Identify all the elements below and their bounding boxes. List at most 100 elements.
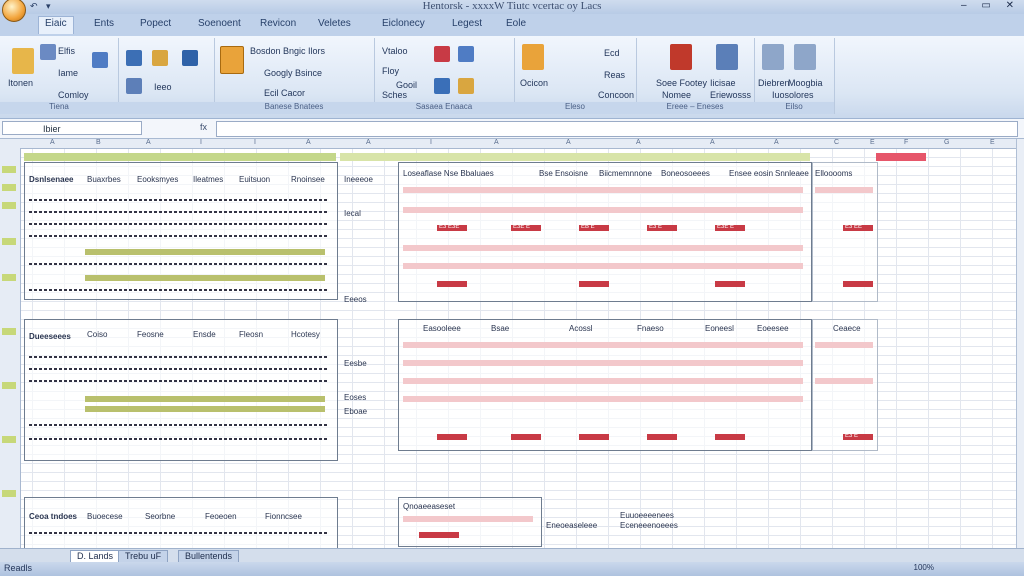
row-header-column [0,148,21,548]
col-hdr-16[interactable]: G [944,139,949,146]
column-header-row: A B A I I A A I A A A A A C E F G E [0,139,1016,149]
formula-input[interactable] [216,121,1018,137]
document-icon[interactable] [762,44,784,70]
rib-item-0-1[interactable]: Elfis [58,46,75,56]
tab-6[interactable]: Eiclonecy [382,18,425,29]
rib-item-2-1[interactable]: Googly Bsince [264,68,322,78]
tab-0[interactable]: Eiaic [38,16,74,34]
row-marker [2,490,16,497]
table-header: Easooleee [423,324,461,333]
col-hdr-1[interactable]: B [96,139,101,146]
rib-item-2-2[interactable]: Ecil Cacor [264,88,305,98]
table-header: Ensde [193,330,216,339]
rib-item-3-3[interactable]: Sches [382,90,407,100]
chart-icon[interactable] [434,46,450,62]
olive-row [85,249,325,255]
rib-item-6-2[interactable]: Iuosolores [772,90,814,100]
fx-icon[interactable]: fx [200,122,207,132]
clip-icon[interactable] [126,78,142,94]
zoom-level[interactable]: 100% [914,563,934,572]
rib-item-5-3[interactable]: Eriewosss [710,90,751,100]
rib-item-0-3[interactable]: Comloy [58,90,89,100]
rib-item-4-3[interactable]: Concoon [598,90,634,100]
tab-3[interactable]: Soenoent [198,18,241,29]
rib-item-4-1[interactable]: Ecd [604,48,620,58]
table-icon[interactable] [458,46,474,62]
name-box[interactable]: Ibier [2,121,142,135]
col-hdr-5[interactable]: A [306,139,311,146]
col-hdr-12[interactable]: A [774,139,779,146]
col-hdr-2[interactable]: A [146,139,151,146]
rib-item-5-2[interactable]: Iicisae [710,78,736,88]
rib-item-2-0[interactable]: Bosdon Bngic Ilors [250,46,325,56]
rib-item-4-2[interactable]: Reas [604,70,625,80]
monitor-icon[interactable] [716,44,738,70]
rib-item-3-1[interactable]: Floy [382,66,399,76]
rib-item-5-1[interactable]: Nomee [662,90,691,100]
table-header: Seorbne [145,512,176,521]
cube-icon[interactable] [522,44,544,70]
rib-item-6-1[interactable]: Moogbia [788,78,823,88]
col-hdr-9[interactable]: A [566,139,571,146]
col-hdr-17[interactable]: E [990,139,995,146]
col-hdr-15[interactable]: F [904,139,908,146]
col-hdr-0[interactable]: A [50,139,55,146]
bottom-label: Eceneeenoeees [620,521,678,530]
table-header: Bse Ensoisne [539,169,588,178]
col-hdr-13[interactable]: C [834,139,839,146]
spreadsheet-grid[interactable]: A B A I I A A I A A A A A C E F G E Dsnl… [0,139,1016,548]
shape-icon[interactable] [458,78,474,94]
tab-8[interactable]: Eole [506,18,526,29]
window-controls[interactable]: – ▭ ✕ [961,0,1020,11]
col-hdr-6[interactable]: A [366,139,371,146]
rib-item-5-0[interactable]: Soee Footey [656,78,707,88]
table-header: Fnaeso [637,324,664,333]
rib-item-3-0[interactable]: Vtaloo [382,46,408,56]
rib-item-6-0[interactable]: Diebren [758,78,790,88]
col-hdr-7[interactable]: I [430,139,432,146]
rib-item-4-0[interactable]: Ocicon [520,78,548,88]
rib-item-0-0[interactable]: Itonen [8,78,33,88]
group-label-3: Sasaea Enaaca [374,102,514,114]
tools-icon[interactable] [670,44,692,70]
col-hdr-11[interactable]: A [710,139,715,146]
highlight-cell[interactable] [876,153,926,161]
tab-4[interactable]: Revicon [260,18,296,29]
rib-item-0-2[interactable]: Iame [58,68,78,78]
data-row [29,289,329,291]
lock-icon[interactable] [126,50,142,66]
bottom-label: Euuoeeeenees [620,511,674,520]
data-row [29,380,329,382]
group-label-1 [118,102,214,114]
pen-icon[interactable] [434,78,450,94]
tab-7[interactable]: Legest [452,18,482,29]
col-hdr-10[interactable]: A [636,139,641,146]
table-header: Acossl [569,324,593,333]
col-hdr-14[interactable]: E [870,139,875,146]
col-hdr-4[interactable]: I [254,139,256,146]
red-value [437,434,467,440]
padlock-icon[interactable] [152,50,168,66]
paste-icon[interactable] [12,48,34,74]
vertical-scrollbar[interactable] [1016,139,1024,548]
red-value [579,434,609,440]
ribbon-group-2: Bosdon Bngic Ilors Googly Bsince Ecil Ca… [214,38,375,114]
col-hdr-8[interactable]: A [494,139,499,146]
tab-5[interactable]: Veletes [318,18,351,29]
rib-item-3-2[interactable]: Gooil [396,80,417,90]
pink-row [403,396,803,402]
tab-1[interactable]: Ents [94,18,114,29]
col-hdr-3[interactable]: I [200,139,202,146]
status-text: Readls [4,563,33,573]
red-value [715,281,745,287]
page-icon[interactable] [182,50,198,66]
file-icon[interactable] [40,44,56,60]
theme-icon[interactable] [220,46,244,74]
tab-2[interactable]: Popect [140,18,171,29]
table-header: Hcotesy [291,330,320,339]
data-row [29,223,329,225]
save-icon[interactable] [92,52,108,68]
red-value-text: E3 E [845,433,859,439]
print-icon[interactable] [794,44,816,70]
rib-item-1-0[interactable]: Ieeo [154,82,172,92]
